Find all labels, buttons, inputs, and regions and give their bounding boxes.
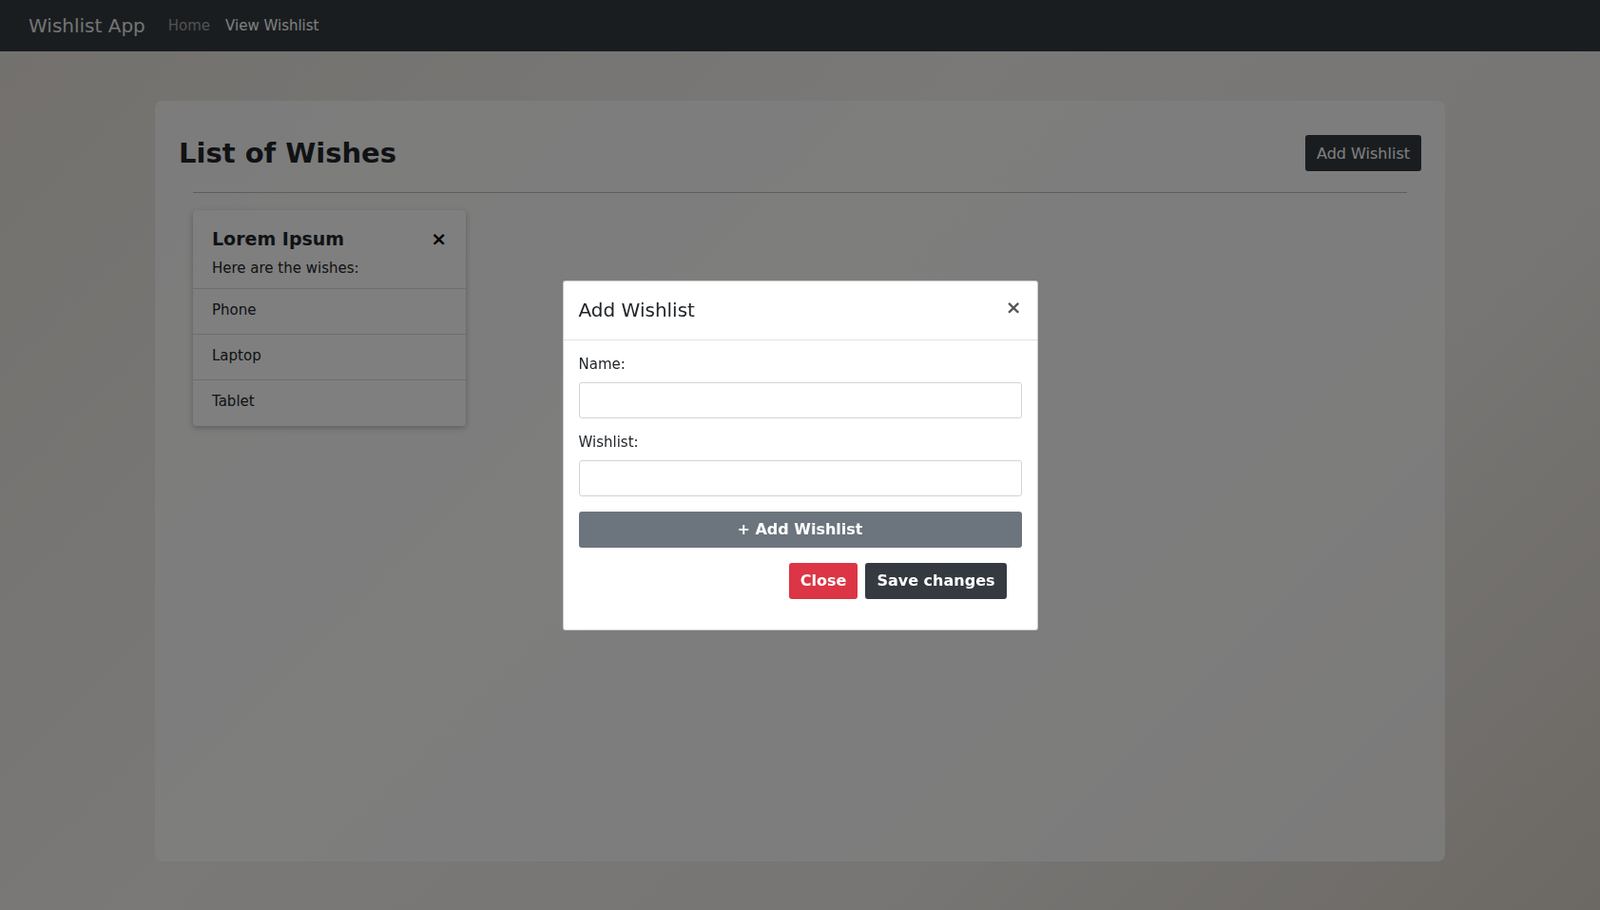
add-item-button[interactable]: + Add Wishlist	[578, 511, 1022, 548]
modal-body: Name: Wishlist: + Add Wishlist CloseSave…	[563, 340, 1038, 630]
add-wishlist-modal: Add Wishlist × Name: Wishlist: + Add Wis…	[562, 280, 1039, 631]
primary-button[interactable]: Save changes	[865, 562, 1006, 599]
page: Wishlist App HomeView Wishlist List of W…	[0, 0, 1600, 910]
field-label: Name:	[578, 355, 1022, 373]
field-label: Wishlist:	[578, 433, 1022, 451]
text-input[interactable]	[578, 382, 1022, 419]
close-icon[interactable]: ×	[1005, 295, 1022, 319]
danger-button[interactable]: Close	[789, 562, 859, 599]
modal-backdrop[interactable]: Add Wishlist × Name: Wishlist: + Add Wis…	[0, 0, 1600, 910]
text-input[interactable]	[578, 460, 1022, 497]
modal-header: Add Wishlist ×	[563, 281, 1038, 341]
modal-title: Add Wishlist	[578, 298, 695, 322]
modal-footer: CloseSave changes	[578, 562, 1022, 599]
